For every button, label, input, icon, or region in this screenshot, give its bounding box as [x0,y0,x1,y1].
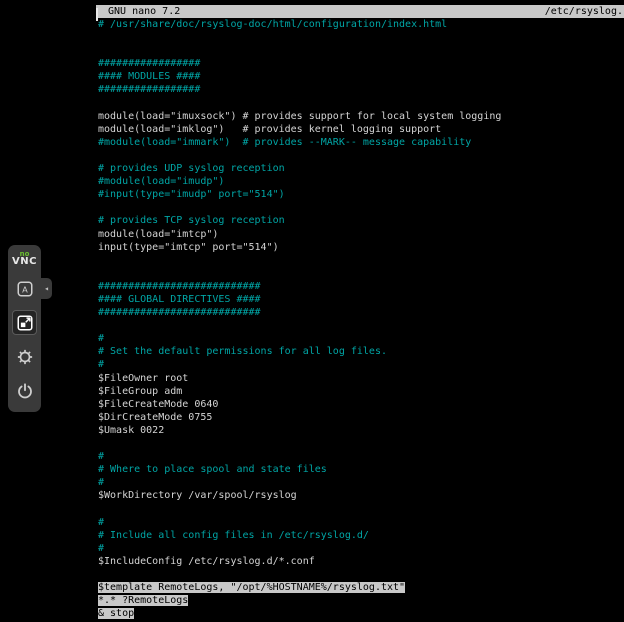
control-bar-handle[interactable]: ◂ [41,278,52,299]
editor-content[interactable]: # /usr/share/doc/rsyslog-doc/html/config… [96,18,624,620]
editor-line: *.* ?RemoteLogs [98,594,624,607]
editor-line: ################# [98,83,624,96]
editor-line [98,44,624,57]
editor-line: # /usr/share/doc/rsyslog-doc/html/config… [98,18,624,31]
editor-line: # [98,450,624,463]
editor-line: #### GLOBAL DIRECTIVES #### [98,293,624,306]
editor-line [98,201,624,214]
desktop: { "colors": { "terminal_bg": "#000000", … [0,0,624,622]
editor-line: $WorkDirectory /var/spool/rsyslog [98,489,624,502]
editor-line [98,254,624,267]
editor-line [98,568,624,581]
editor-line: #input(type="imudp" port="514") [98,188,624,201]
editor-line: ########################### [98,280,624,293]
editor-line [98,437,624,450]
terminal[interactable]: GNU nano 7.2 /etc/rsyslog. # /usr/share/… [96,0,624,622]
power-icon [16,382,34,400]
editor-line: # Set the default permissions for all lo… [98,345,624,358]
editor-line: #module(load="immark") # provides --MARK… [98,136,624,149]
nano-filename: /etc/rsyslog. [545,5,623,18]
editor-line: # [98,476,624,489]
nano-titlebar: GNU nano 7.2 /etc/rsyslog. [96,5,624,18]
editor-line: # [98,358,624,371]
fullscreen-button[interactable] [12,310,37,335]
editor-line: & stop [98,607,624,620]
editor-line: module(load="imuxsock") # provides suppo… [98,110,624,123]
editor-line: ################# [98,57,624,70]
editor-line: # [98,332,624,345]
editor-line: $FileCreateMode 0640 [98,398,624,411]
editor-line: # Include all config files in /etc/rsysl… [98,529,624,542]
editor-line: # [98,542,624,555]
editor-line: $DirCreateMode 0755 [98,411,624,424]
editor-line: #### MODULES #### [98,70,624,83]
gear-icon [16,348,34,366]
editor-line: # Where to place spool and state files [98,463,624,476]
fullscreen-icon [16,314,34,332]
editor-line: # provides TCP syslog reception [98,214,624,227]
editor-line: $template RemoteLogs, "/opt/%HOSTNAME%/r… [98,581,624,594]
keyboard-button[interactable]: A [12,276,37,301]
editor-line [98,149,624,162]
editor-line: $IncludeConfig /etc/rsyslog.d/*.conf [98,555,624,568]
editor-line: input(type="imtcp" port="514") [98,241,624,254]
editor-line [98,267,624,280]
svg-text:A: A [22,284,28,294]
novnc-logo: no VNC [12,250,37,266]
settings-button[interactable] [12,344,37,369]
editor-line: # provides UDP syslog reception [98,162,624,175]
nano-version: GNU nano 7.2 [108,5,180,18]
novnc-control-bar: no VNC A [8,245,41,412]
editor-line: # [98,516,624,529]
editor-line: $FileGroup adm [98,385,624,398]
power-button[interactable] [12,378,37,403]
editor-line [98,97,624,110]
editor-line: $Umask 0022 [98,424,624,437]
editor-line: ########################### [98,306,624,319]
editor-line: #module(load="imudp") [98,175,624,188]
editor-line [98,502,624,515]
editor-line [98,319,624,332]
chevron-left-icon: ◂ [44,284,49,293]
cursor [96,8,98,21]
keyboard-a-icon: A [16,280,34,298]
editor-line: module(load="imtcp") [98,228,624,241]
editor-line: $FileOwner root [98,372,624,385]
editor-line [98,31,624,44]
novnc-logo-bottom: VNC [12,258,37,266]
editor-line: module(load="imklog") # provides kernel … [98,123,624,136]
